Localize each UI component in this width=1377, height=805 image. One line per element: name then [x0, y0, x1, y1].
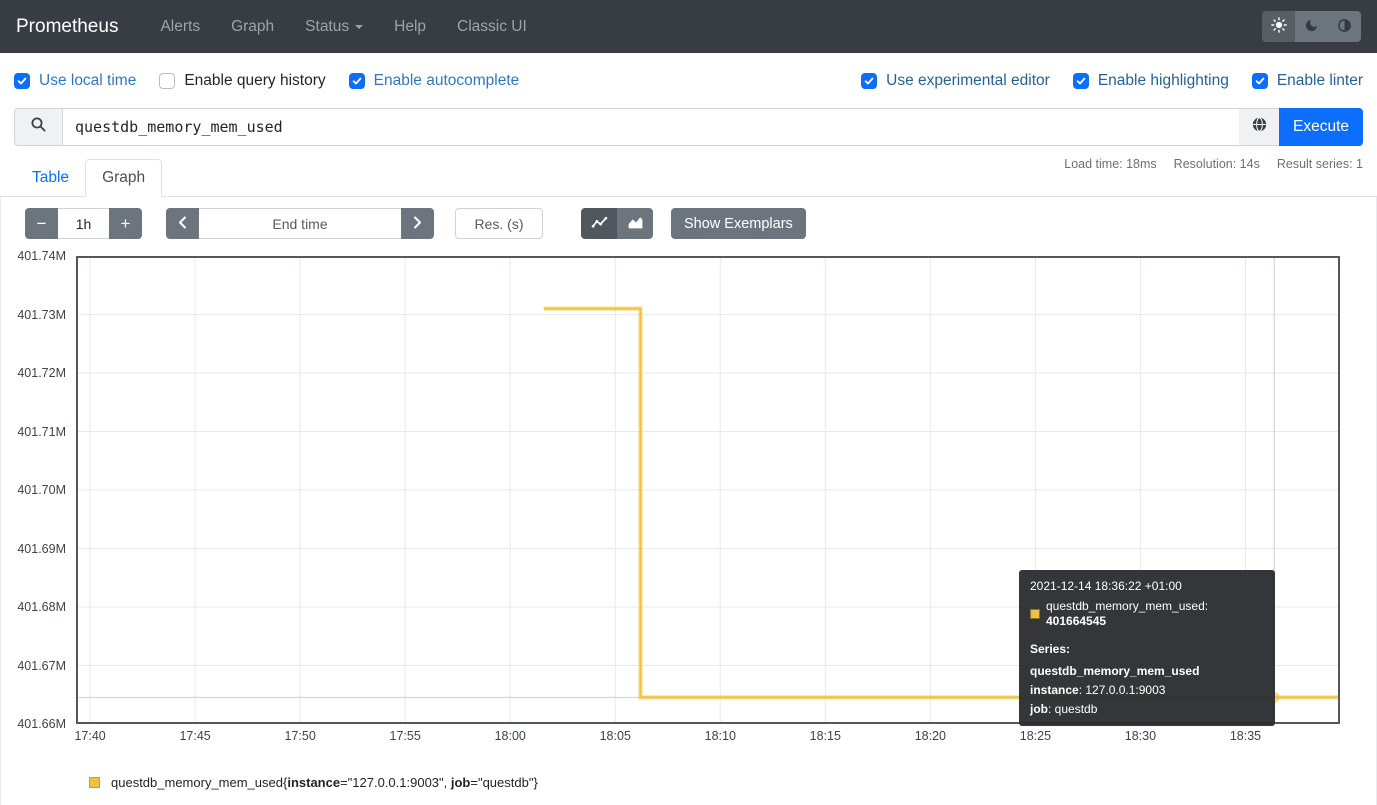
checkbox-icon[interactable]	[349, 73, 365, 89]
x-tick-label: 18:05	[585, 729, 645, 743]
nav-item-classic-ui[interactable]: Classic UI	[457, 18, 527, 36]
legend-item[interactable]: questdb_memory_mem_used{instance="127.0.…	[89, 775, 538, 790]
tooltip-series-name: questdb_memory_mem_used	[1030, 664, 1264, 680]
x-tick-label: 18:15	[795, 729, 855, 743]
nav-item-status-dropdown[interactable]: Status	[305, 18, 363, 36]
hover-tooltip: 2021-12-14 18:36:22 +01:00 questdb_memor…	[1019, 570, 1275, 726]
circle-half-icon	[1337, 18, 1352, 36]
nav-item-help[interactable]: Help	[394, 18, 426, 36]
checkbox-icon[interactable]	[1073, 73, 1089, 89]
theme-toggle-group	[1262, 11, 1361, 42]
prometheus-app: Prometheus Alerts Graph Status Help Clas…	[0, 0, 1377, 805]
x-tick-label: 17:50	[270, 729, 330, 743]
checkbox-enable-autocomplete[interactable]: Enable autocomplete	[349, 72, 520, 90]
x-tick-label: 18:35	[1215, 729, 1275, 743]
legend-swatch-icon	[89, 777, 100, 788]
checkbox-icon[interactable]	[1252, 73, 1268, 89]
checkbox-icon[interactable]	[14, 73, 30, 89]
checkbox-enable-query-history[interactable]: Enable query history	[159, 72, 325, 90]
moon-icon	[1304, 18, 1319, 36]
brand-link[interactable]: Prometheus	[16, 16, 118, 38]
x-tick-label: 18:30	[1110, 729, 1170, 743]
x-tick-label: 17:45	[165, 729, 225, 743]
x-tick-label: 18:25	[1005, 729, 1065, 743]
checkbox-label: Enable query history	[184, 72, 325, 90]
chevron-down-icon	[355, 25, 363, 29]
y-tick-label: 401.74M	[17, 249, 66, 263]
checkbox-label: Enable linter	[1277, 72, 1363, 90]
y-tick-label: 401.67M	[17, 659, 66, 673]
checkbox-label: Enable highlighting	[1098, 72, 1229, 90]
tab-table[interactable]: Table	[16, 159, 85, 196]
y-tick-label: 401.73M	[17, 308, 66, 322]
series-swatch-icon	[1030, 609, 1040, 619]
checkbox-icon[interactable]	[159, 73, 175, 89]
search-icon	[30, 116, 47, 138]
checkbox-label: Use local time	[39, 72, 136, 90]
y-tick-label: 401.66M	[17, 717, 66, 731]
execute-button[interactable]: Execute	[1279, 108, 1363, 146]
y-tick-label: 401.72M	[17, 366, 66, 380]
nav-item-graph[interactable]: Graph	[231, 18, 274, 36]
checkbox-enable-highlighting[interactable]: Enable highlighting	[1073, 72, 1229, 90]
graph-panel: − + Show E	[0, 197, 1377, 805]
tab-bar: Table Graph	[0, 159, 1377, 197]
tab-graph[interactable]: Graph	[85, 159, 162, 197]
tooltip-series-heading: Series:	[1030, 642, 1264, 658]
x-tick-label: 17:55	[375, 729, 435, 743]
y-tick-label: 401.68M	[17, 600, 66, 614]
checkbox-label: Enable autocomplete	[374, 72, 520, 90]
y-tick-label: 401.69M	[17, 542, 66, 556]
theme-light-button[interactable]	[1262, 11, 1295, 42]
x-tick-label: 18:10	[690, 729, 750, 743]
options-left: Use local time Enable query history Enab…	[14, 72, 519, 90]
y-tick-label: 401.71M	[17, 425, 66, 439]
checkbox-use-experimental-editor[interactable]: Use experimental editor	[861, 72, 1050, 90]
metrics-explorer-addon[interactable]	[1239, 108, 1279, 146]
x-tick-label: 18:00	[480, 729, 540, 743]
theme-dark-button[interactable]	[1295, 11, 1328, 42]
chart-region: 401.74M 401.73M 401.72M 401.71M 401.70M 401.6…	[1, 197, 1377, 805]
x-tick-label: 18:20	[900, 729, 960, 743]
tooltip-job-label: job: questdb	[1030, 702, 1264, 718]
nav-item-status-label: Status	[305, 18, 349, 35]
y-tick-label: 401.70M	[17, 483, 66, 497]
search-addon	[14, 108, 62, 146]
checkbox-use-local-time[interactable]: Use local time	[14, 72, 136, 90]
x-axis: 17:4017:4517:5017:5518:0018:0518:1018:15…	[76, 729, 1340, 745]
checkbox-enable-linter[interactable]: Enable linter	[1252, 72, 1363, 90]
checkbox-label: Use experimental editor	[886, 72, 1050, 90]
legend-series-label: questdb_memory_mem_used{instance="127.0.…	[111, 775, 538, 790]
sun-icon	[1271, 17, 1287, 36]
navbar: Prometheus Alerts Graph Status Help Clas…	[0, 0, 1377, 53]
query-bar: Execute	[14, 108, 1363, 146]
query-expression-input[interactable]	[62, 108, 1239, 146]
options-right: Use experimental editor Enable highlight…	[861, 72, 1363, 90]
nav-links: Alerts Graph Status Help Classic UI	[160, 18, 526, 36]
checkbox-icon[interactable]	[861, 73, 877, 89]
options-row: Use local time Enable query history Enab…	[14, 67, 1363, 95]
tooltip-timestamp: 2021-12-14 18:36:22 +01:00	[1030, 579, 1264, 595]
x-tick-label: 17:40	[60, 729, 120, 743]
tooltip-instance-label: instance: 127.0.0.1:9003	[1030, 683, 1264, 699]
tooltip-metric-line: questdb_memory_mem_used: 401664545	[1030, 599, 1264, 630]
tooltip-metric-value: questdb_memory_mem_used: 401664545	[1046, 599, 1264, 630]
theme-auto-button[interactable]	[1328, 11, 1361, 42]
globe-icon	[1251, 116, 1268, 138]
y-axis: 401.74M401.73M401.72M401.71M401.70M401.6…	[1, 256, 71, 724]
nav-item-alerts[interactable]: Alerts	[160, 18, 200, 36]
